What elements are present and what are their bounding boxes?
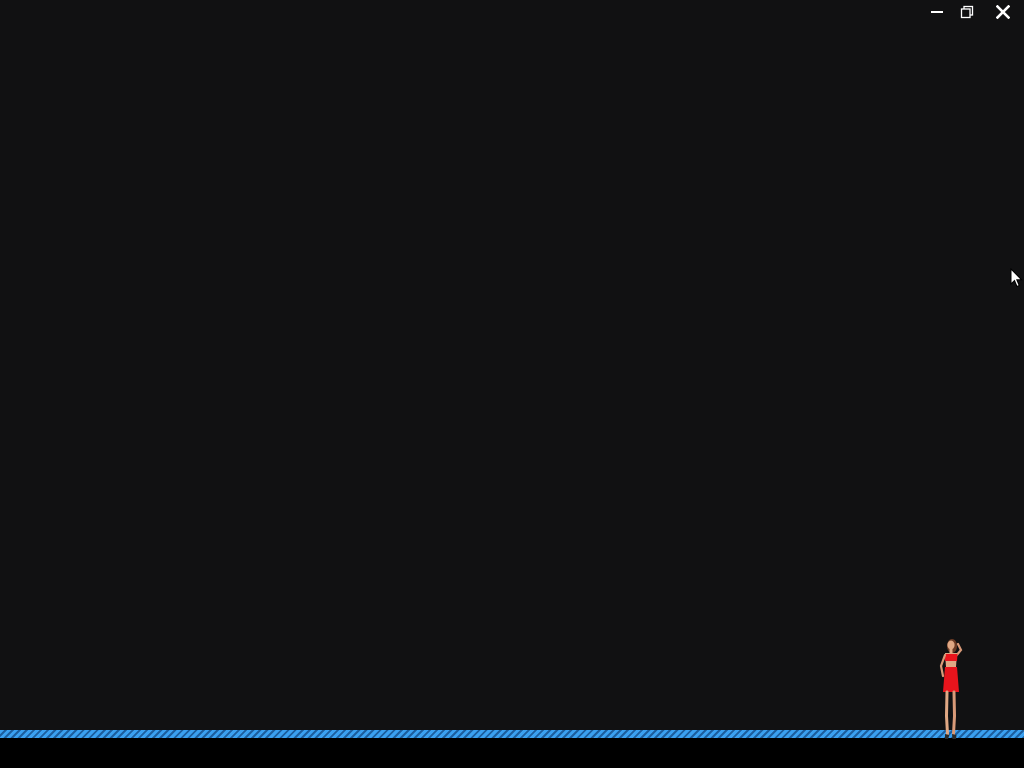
app-window xyxy=(0,0,1024,768)
restore-icon xyxy=(960,5,974,19)
window-controls xyxy=(922,0,1024,24)
character-figure[interactable] xyxy=(934,636,966,740)
floor-platform xyxy=(0,730,1024,738)
minimize-icon xyxy=(931,11,943,13)
close-button[interactable] xyxy=(982,0,1024,24)
restore-button[interactable] xyxy=(952,0,982,24)
close-icon xyxy=(996,5,1010,19)
mouse-cursor-icon xyxy=(1010,268,1023,288)
floor-base xyxy=(0,738,1024,768)
minimize-button[interactable] xyxy=(922,0,952,24)
